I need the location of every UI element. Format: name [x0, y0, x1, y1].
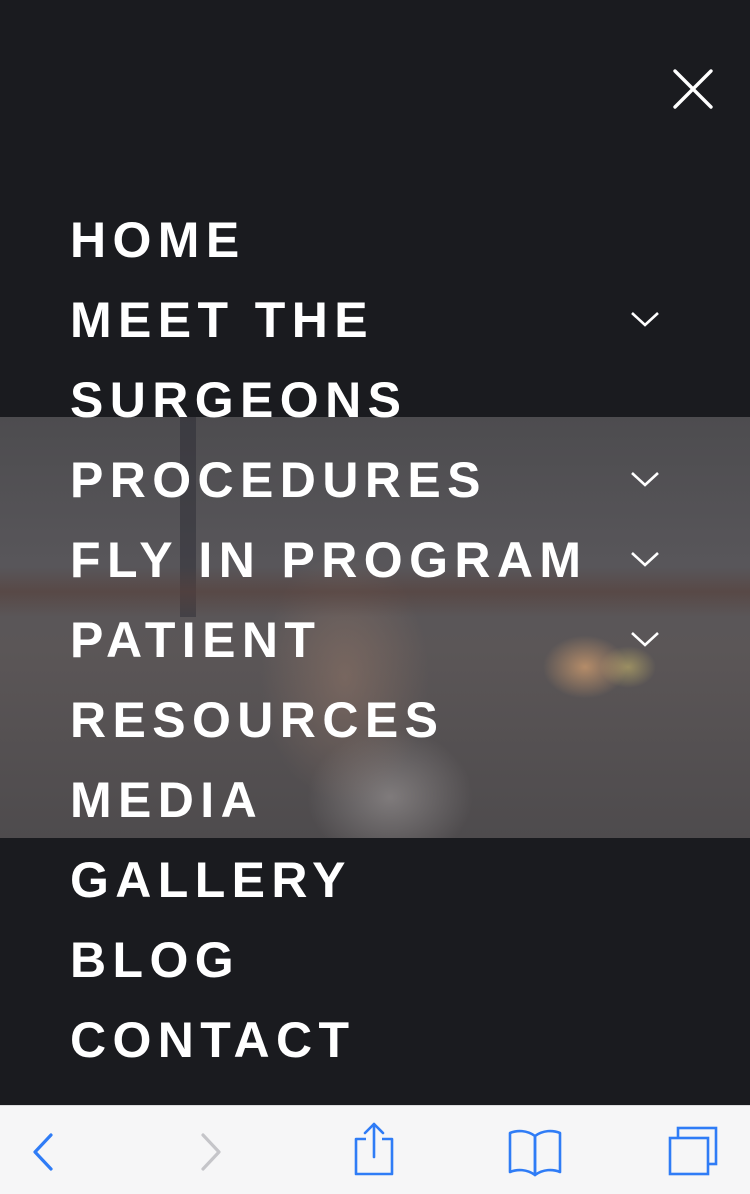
nav-item-media[interactable]: MEDIA [70, 760, 670, 840]
nav-item-home[interactable]: HOME [70, 200, 670, 280]
nav-item-label: FLY IN PROGRAM [70, 532, 588, 588]
nav-item-label: MEET THE SURGEONS [70, 292, 408, 428]
bookmarks-button[interactable] [506, 1126, 564, 1178]
nav-item-label: CONTACT [70, 1012, 356, 1068]
nav-item-label: BLOG [70, 932, 241, 988]
close-icon [673, 69, 713, 109]
back-button[interactable] [24, 1128, 64, 1176]
chevron-down-icon[interactable] [630, 628, 660, 648]
forward-arrow-icon [201, 1133, 221, 1171]
main-nav-menu: HOME MEET THE SURGEONS PROCEDURES FLY IN… [70, 200, 670, 1080]
nav-item-patient-resources[interactable]: PATIENT RESOURCES [70, 600, 670, 760]
tabs-icon [668, 1126, 718, 1176]
nav-item-blog[interactable]: BLOG [70, 920, 670, 1000]
nav-item-fly-in-program[interactable]: FLY IN PROGRAM [70, 520, 670, 600]
share-icon [354, 1122, 394, 1176]
nav-item-contact[interactable]: CONTACT [70, 1000, 670, 1080]
share-button[interactable] [350, 1120, 398, 1182]
chevron-down-icon[interactable] [630, 308, 660, 328]
bookmarks-icon [508, 1129, 562, 1177]
back-arrow-icon [33, 1133, 53, 1171]
nav-item-label: HOME [70, 212, 246, 268]
nav-item-meet-the-surgeons[interactable]: MEET THE SURGEONS [70, 280, 670, 440]
forward-button[interactable] [190, 1128, 230, 1176]
chevron-down-icon[interactable] [630, 548, 660, 568]
nav-item-gallery[interactable]: GALLERY [70, 840, 670, 920]
chevron-down-icon[interactable] [630, 468, 660, 488]
nav-item-label: PROCEDURES [70, 452, 487, 508]
browser-toolbar [0, 1105, 750, 1194]
close-menu-button[interactable] [668, 64, 718, 114]
tabs-button[interactable] [664, 1123, 724, 1179]
nav-item-label: MEDIA [70, 772, 264, 828]
nav-item-label: PATIENT RESOURCES [70, 612, 445, 748]
nav-item-procedures[interactable]: PROCEDURES [70, 440, 670, 520]
nav-item-label: GALLERY [70, 852, 352, 908]
